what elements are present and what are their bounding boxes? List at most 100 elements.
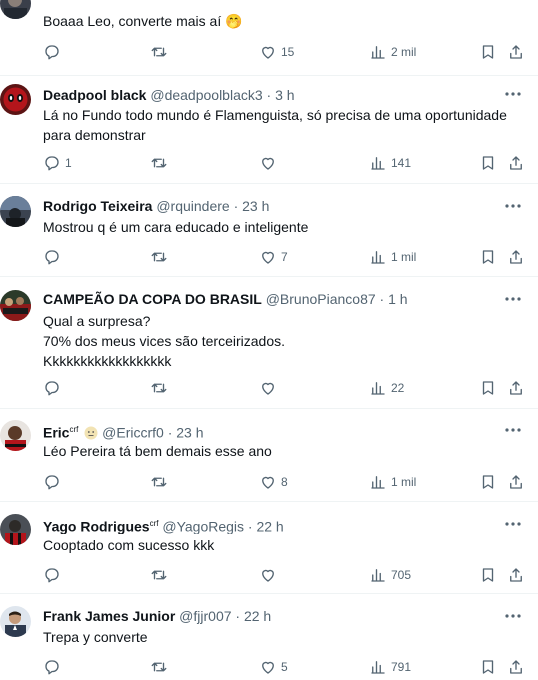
views-button[interactable]: 2 mil <box>369 42 416 62</box>
reply-button[interactable] <box>43 247 61 267</box>
retweet-button[interactable] <box>150 565 168 585</box>
avatar[interactable] <box>0 196 31 227</box>
like-button[interactable]: 5 <box>259 657 288 677</box>
like-button[interactable] <box>259 565 277 585</box>
author-handle[interactable]: @BrunoPianco87 · 1 h <box>266 291 408 307</box>
retweet-icon <box>151 477 167 487</box>
tweet[interactable]: Deadpool black @deadpoolblack3 · 3 h Lá … <box>0 75 538 184</box>
retweet-button[interactable] <box>150 153 168 173</box>
views-button[interactable]: 1 mil <box>369 247 416 267</box>
retweet-icon <box>151 252 167 262</box>
share-button[interactable] <box>507 378 525 398</box>
views-icon <box>371 251 385 264</box>
avatar[interactable] <box>0 0 31 19</box>
share-button[interactable] <box>507 42 525 62</box>
views-button[interactable]: 705 <box>369 565 411 585</box>
more-button[interactable] <box>504 199 522 213</box>
like-button[interactable]: 15 <box>259 42 294 62</box>
author-handle[interactable]: @deadpoolblack3 · 3 h <box>150 87 294 103</box>
views-count: 141 <box>391 156 412 170</box>
views-button[interactable]: 141 <box>369 153 411 173</box>
tweet-actions: 15 2 mil <box>43 42 533 62</box>
name-superscript: crf <box>149 519 159 528</box>
bookmark-icon <box>482 660 494 674</box>
more-button[interactable] <box>504 292 522 306</box>
tweet[interactable]: Ericcrf @Ericcrf0 · 23 h Léo Pereira tá … <box>0 408 538 502</box>
more-icon <box>505 297 521 301</box>
avatar[interactable] <box>0 606 31 637</box>
views-icon <box>371 157 385 170</box>
views-icon <box>371 569 385 582</box>
avatar[interactable] <box>0 420 31 451</box>
more-button[interactable] <box>504 609 522 623</box>
author-handle[interactable]: @Ericcrf0 · 23 h <box>102 425 203 440</box>
heart-icon <box>262 46 274 59</box>
views-icon <box>371 661 385 674</box>
reply-icon <box>45 156 59 171</box>
author-name[interactable]: Deadpool black <box>43 87 146 103</box>
tweet-text: Cooptado com sucesso kkk <box>43 537 215 553</box>
more-icon <box>505 614 521 618</box>
bookmark-icon <box>482 475 494 489</box>
tweet[interactable]: CAMPEÃO DA COPA DO BRASIL @BrunoPianco87… <box>0 276 538 409</box>
views-icon <box>371 46 385 59</box>
bookmark-button[interactable] <box>479 378 497 398</box>
author-name[interactable]: Frank James Junior <box>43 608 175 624</box>
tweet-text: Léo Pereira tá bem demais esse ano <box>43 443 272 459</box>
share-button[interactable] <box>507 657 525 677</box>
views-icon <box>371 476 385 489</box>
more-button[interactable] <box>504 517 522 531</box>
author-handle[interactable]: @fjjr007 · 22 h <box>179 608 271 624</box>
retweet-button[interactable] <box>150 42 168 62</box>
avatar[interactable] <box>0 84 31 115</box>
retweet-button[interactable] <box>150 472 168 492</box>
bookmark-button[interactable] <box>479 472 497 492</box>
retweet-button[interactable] <box>150 247 168 267</box>
reply-button[interactable] <box>43 42 61 62</box>
retweet-button[interactable] <box>150 657 168 677</box>
like-button[interactable]: 7 <box>259 247 288 267</box>
author-handle[interactable]: @YagoRegis · 22 h <box>162 519 283 534</box>
retweet-icon <box>151 662 167 672</box>
like-button[interactable] <box>259 378 277 398</box>
views-button[interactable]: 1 mil <box>369 472 416 492</box>
reply-button[interactable]: 1 <box>43 153 72 173</box>
share-button[interactable] <box>507 472 525 492</box>
bookmark-button[interactable] <box>479 565 497 585</box>
tweet-actions: 1 141 <box>43 153 533 173</box>
reply-icon <box>45 381 59 396</box>
bookmark-button[interactable] <box>479 247 497 267</box>
avatar[interactable] <box>0 514 31 545</box>
share-button[interactable] <box>507 247 525 267</box>
retweet-button[interactable] <box>150 378 168 398</box>
views-count: 791 <box>391 660 412 674</box>
views-button[interactable]: 791 <box>369 657 411 677</box>
share-icon <box>510 156 522 170</box>
bookmark-button[interactable] <box>479 153 497 173</box>
reply-button[interactable] <box>43 657 61 677</box>
share-button[interactable] <box>507 153 525 173</box>
author-name[interactable]: Yago Rodrigues <box>43 519 150 534</box>
share-button[interactable] <box>507 565 525 585</box>
reply-button[interactable] <box>43 378 61 398</box>
more-button[interactable] <box>504 87 522 101</box>
reply-button[interactable] <box>43 565 61 585</box>
like-button[interactable]: 8 <box>259 472 288 492</box>
bookmark-button[interactable] <box>479 42 497 62</box>
author-name[interactable]: Rodrigo Teixeira <box>43 198 152 214</box>
tweet-text: Trepa y converte <box>43 629 148 645</box>
author-name[interactable]: Eric <box>43 425 69 440</box>
reply-button[interactable] <box>43 472 61 492</box>
tweet[interactable]: Frank James Junior @fjjr007 · 22 h Trepa… <box>0 593 538 680</box>
tweet[interactable]: Boaaa Leo, converte mais aí 🤭 15 2 mil <box>0 0 538 76</box>
views-button[interactable]: 22 <box>369 378 404 398</box>
like-button[interactable] <box>259 153 277 173</box>
avatar[interactable] <box>0 290 31 321</box>
author-handle[interactable]: @rquindere · 23 h <box>156 198 269 214</box>
more-button[interactable] <box>504 423 522 437</box>
heart-icon <box>262 157 274 170</box>
author-name[interactable]: CAMPEÃO DA COPA DO BRASIL <box>43 291 262 307</box>
bookmark-button[interactable] <box>479 657 497 677</box>
tweet[interactable]: Yago Rodriguescrf @YagoRegis · 22 h Coop… <box>0 501 538 594</box>
tweet[interactable]: Rodrigo Teixeira @rquindere · 23 h Mostr… <box>0 183 538 277</box>
